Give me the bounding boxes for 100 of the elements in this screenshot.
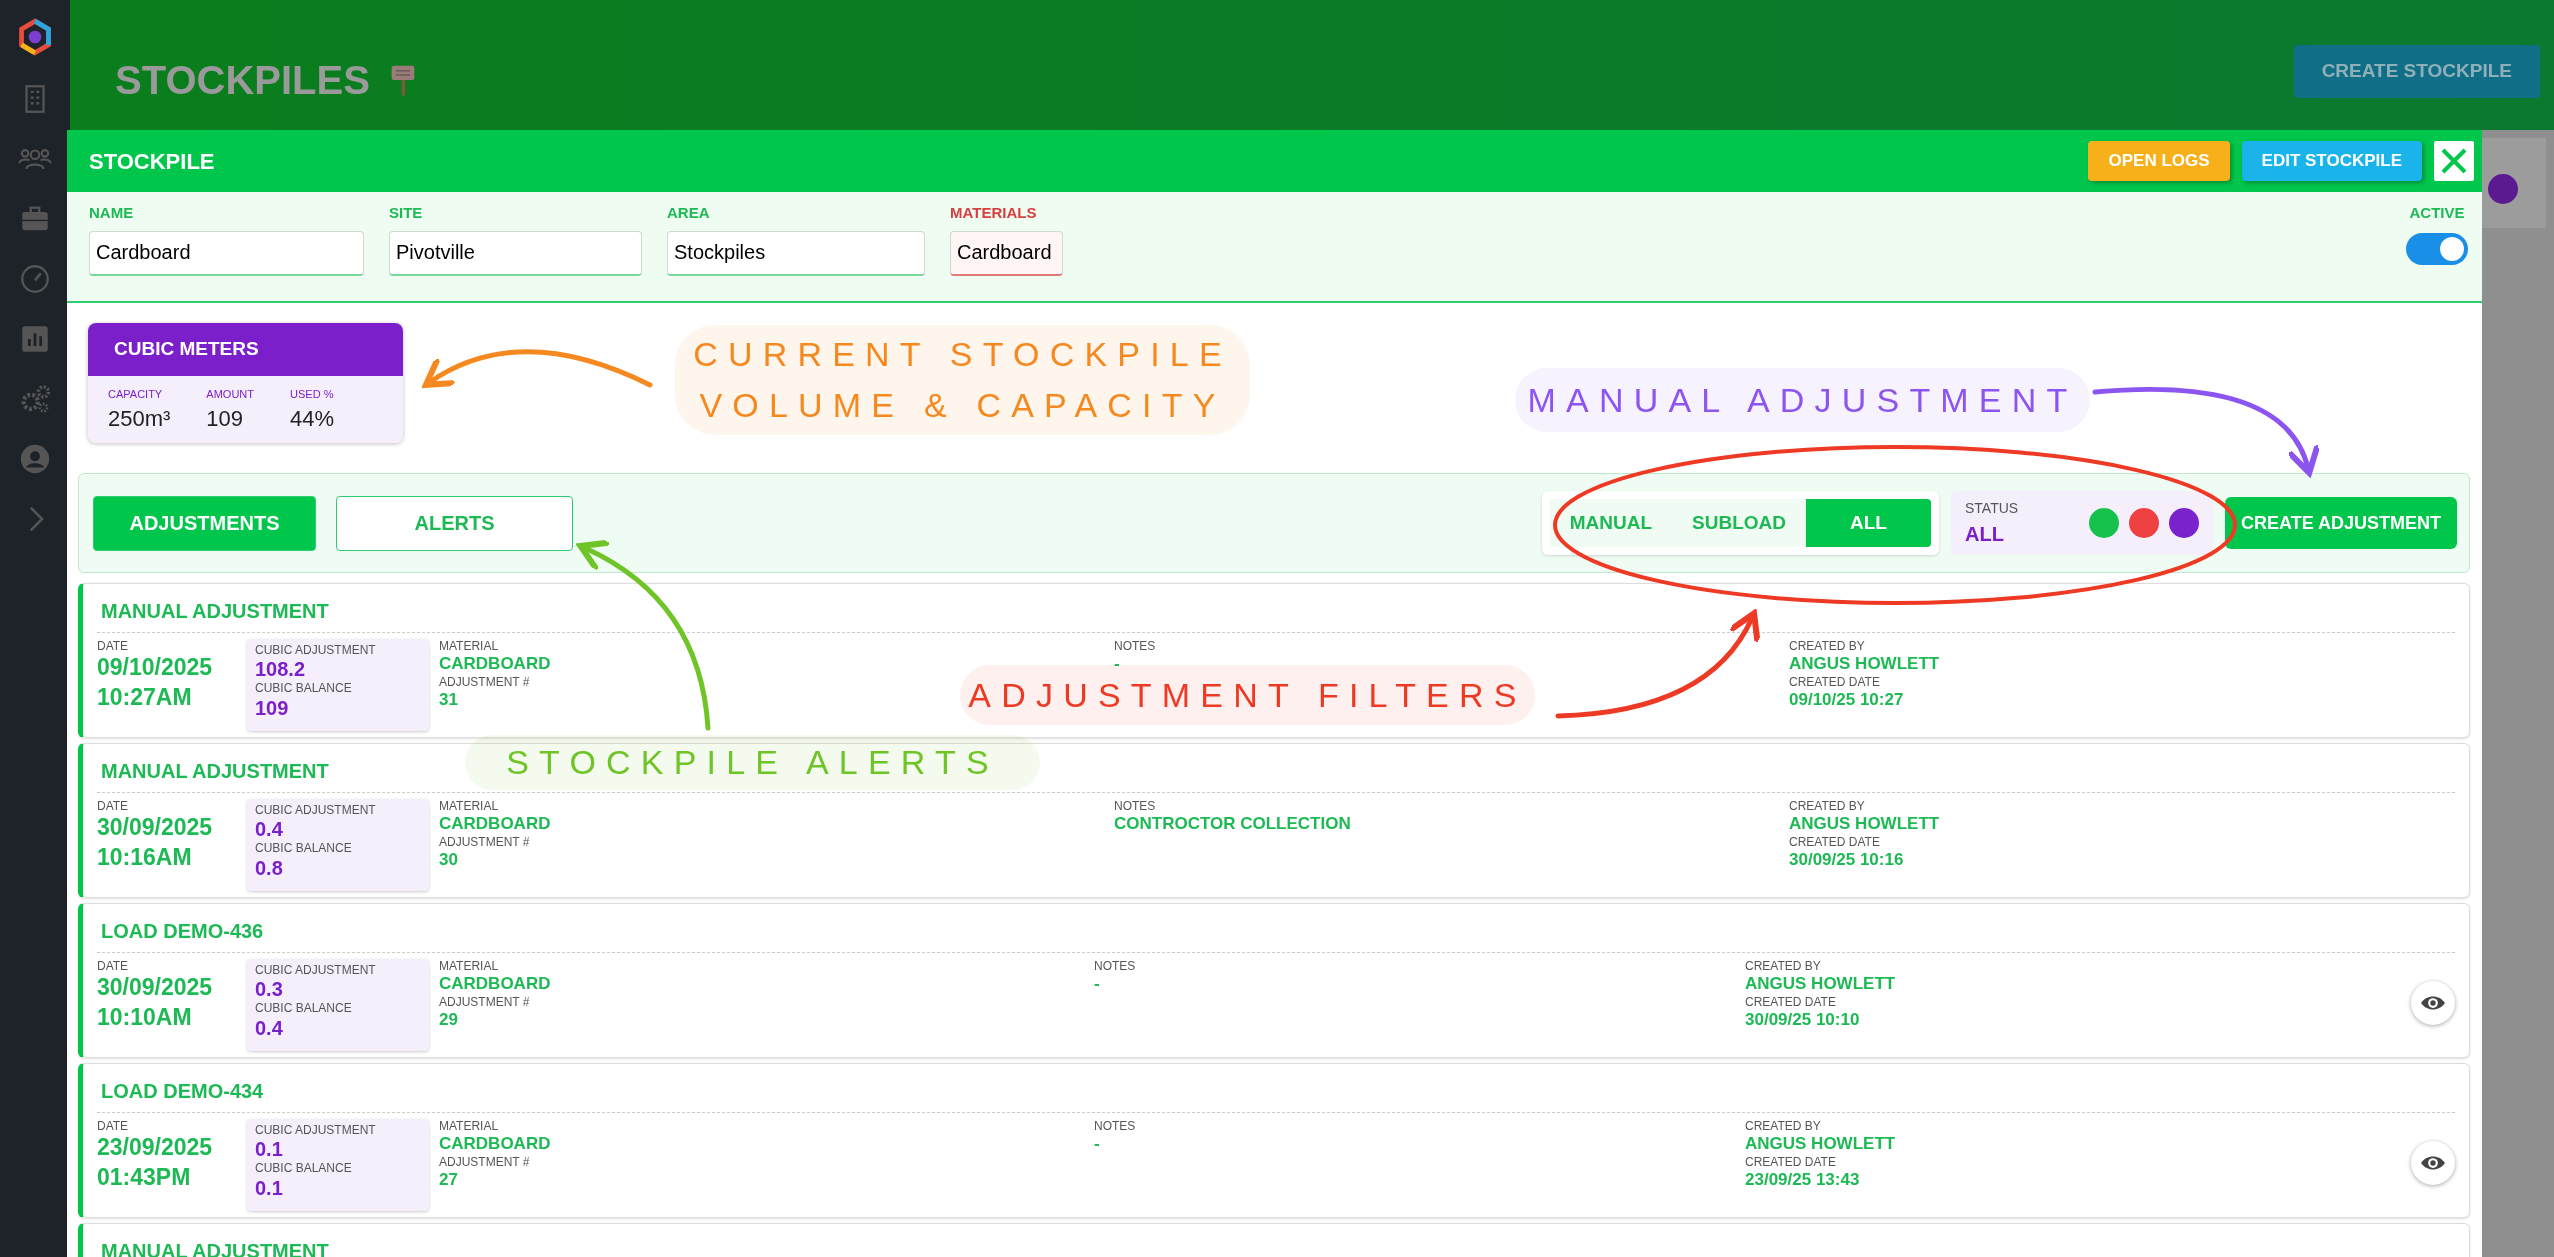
cubic-adjustment-value: 0.1: [255, 1137, 283, 1162]
date-value: 09/10/2025: [97, 653, 213, 683]
stat-label: USED %: [290, 386, 335, 402]
field-label: NAME: [89, 203, 135, 223]
field-label: DATE: [97, 639, 129, 654]
material-value: CARDBOARD: [439, 653, 551, 675]
field-label: NOTES: [1114, 639, 1156, 654]
creator-name: ANGUS HOWLETT: [1745, 973, 1896, 995]
annotation-callout: STOCKPILE ALERTS: [465, 735, 1040, 790]
tab[interactable]: ALERTS: [336, 495, 573, 551]
status-dot[interactable]: [2089, 508, 2119, 538]
filter-tab[interactable]: MANUAL: [1549, 499, 1673, 547]
stat-value: 250m³: [108, 405, 171, 433]
cubic-balance-value: 0.4: [255, 1015, 283, 1040]
material-value: CARDBOARD: [439, 813, 551, 835]
input-field[interactable]: Stockpiles: [667, 230, 925, 276]
field-label: MATERIAL: [439, 799, 499, 814]
field-label: CREATED DATE: [1789, 834, 1880, 850]
notes-value: -: [1094, 1133, 1100, 1155]
input-field[interactable]: Cardboard: [89, 230, 364, 276]
field-label: DATE: [97, 1119, 129, 1134]
cubic-adjustment-value: 108.2: [255, 657, 306, 682]
edit-stockpile-button[interactable]: EDIT STOCKPILE: [2241, 141, 2422, 181]
input-field[interactable]: Pivotville: [389, 230, 642, 276]
status-dot[interactable]: [2129, 508, 2159, 538]
active-toggle[interactable]: [2406, 232, 2468, 265]
cubic-adjustment-value: 0.3: [255, 977, 283, 1002]
adjustment-number: 30: [439, 849, 458, 871]
field-label: MATERIALS: [950, 203, 1038, 223]
create-stockpile-button[interactable]: CREATE STOCKPILE: [2293, 45, 2540, 98]
open-logs-button[interactable]: OPEN LOGS: [2088, 141, 2230, 181]
create-adjustment-button[interactable]: CREATE ADJUSTMENT: [2225, 497, 2457, 549]
field-label: CREATED DATE: [1745, 994, 1836, 1010]
field-label: CREATED BY: [1789, 799, 1865, 814]
time-value: 10:27AM: [97, 683, 192, 713]
field-label: CREATED BY: [1745, 1119, 1821, 1134]
date-value: 30/09/2025: [97, 973, 213, 1003]
cubic-balance-value: 109: [255, 695, 289, 720]
hexagon-logo-icon[interactable]: [16, 18, 54, 56]
stat-label: AMOUNT: [206, 386, 255, 402]
field-label: CREATED DATE: [1745, 1154, 1836, 1170]
adjustment-number: 29: [439, 1009, 458, 1031]
notes-value: CONTROCTOR COLLECTION: [1114, 813, 1351, 835]
creator-name: ANGUS HOWLETT: [1789, 813, 1940, 835]
material-value: CARDBOARD: [439, 1133, 551, 1155]
avatar-icon[interactable]: [18, 442, 52, 476]
field-label: ADJUSTMENT #: [439, 834, 530, 850]
adjustment-title: MANUAL ADJUSTMENT: [97, 584, 2455, 633]
status-value: ALL: [1965, 521, 2005, 547]
field-label: ADJUSTMENT #: [439, 674, 530, 690]
view-button[interactable]: [2411, 1141, 2455, 1185]
creator-name: ANGUS HOWLETT: [1789, 653, 1940, 675]
creator-name: ANGUS HOWLETT: [1745, 1133, 1896, 1155]
field-label: CUBIC BALANCE: [255, 1001, 352, 1016]
card-title: CUBIC METERS: [88, 323, 403, 376]
field-label: NOTES: [1114, 799, 1156, 814]
status-filter[interactable]: STATUS ALL: [1951, 491, 2213, 555]
view-button[interactable]: [2411, 981, 2455, 1025]
annotation-callout: MANUAL ADJUSTMENT: [1515, 368, 2090, 432]
time-value: 10:16AM: [97, 843, 192, 873]
close-button[interactable]: [2434, 141, 2474, 181]
filter-tab[interactable]: ALL: [1806, 499, 1931, 547]
field-label: CREATED BY: [1789, 639, 1865, 654]
field-label: SITE: [389, 203, 424, 223]
field-label: CUBIC BALANCE: [255, 841, 352, 856]
field-label: DATE: [97, 799, 129, 814]
modal-title: STOCKPILE: [89, 147, 215, 176]
field-label: ACTIVE: [2409, 203, 2465, 223]
created-date-value: 09/10/25 10:27: [1789, 689, 1904, 711]
time-value: 01:43PM: [97, 1163, 191, 1193]
field-label: NOTES: [1094, 1119, 1136, 1134]
stat-label: CAPACITY: [108, 386, 164, 402]
status-dot[interactable]: [2169, 508, 2199, 538]
cubic-adjustment-value: 0.4: [255, 817, 283, 842]
field-label: MATERIAL: [439, 1119, 499, 1134]
tab[interactable]: ADJUSTMENTS: [93, 495, 316, 551]
field-label: CUBIC BALANCE: [255, 1161, 352, 1176]
created-date-value: 30/09/25 10:16: [1789, 849, 1904, 871]
page-title: STOCKPILES: [115, 57, 370, 104]
field-label: CUBIC BALANCE: [255, 681, 352, 696]
time-value: 10:10AM: [97, 1003, 192, 1033]
filter-tab[interactable]: SUBLOAD: [1672, 499, 1806, 547]
status-label: STATUS: [1965, 498, 2019, 518]
cubic-balance-value: 0.1: [255, 1175, 283, 1200]
field-label: CREATED DATE: [1789, 674, 1880, 690]
field-label: ADJUSTMENT #: [439, 994, 530, 1010]
field-label: CUBIC ADJUSTMENT: [255, 963, 376, 978]
material-field[interactable]: Cardboard: [950, 230, 1063, 276]
field-label: CUBIC ADJUSTMENT: [255, 1123, 376, 1138]
gauge-icon[interactable]: [18, 262, 52, 296]
stat-value: 44%: [290, 405, 335, 433]
date-value: 23/09/2025: [97, 1133, 213, 1163]
field-label: CUBIC ADJUSTMENT: [255, 643, 376, 658]
load-title: LOAD DEMO-434: [97, 1064, 2455, 1113]
created-date-value: 23/09/25 13:43: [1745, 1169, 1860, 1191]
annotation-callout: CURRENT STOCKPILE VOLUME & CAPACITY: [675, 325, 1250, 435]
field-label: MATERIAL: [439, 639, 499, 654]
adjustment-number: 27: [439, 1169, 458, 1191]
field-label: CUBIC ADJUSTMENT: [255, 803, 376, 818]
field-label: AREA: [667, 203, 711, 223]
